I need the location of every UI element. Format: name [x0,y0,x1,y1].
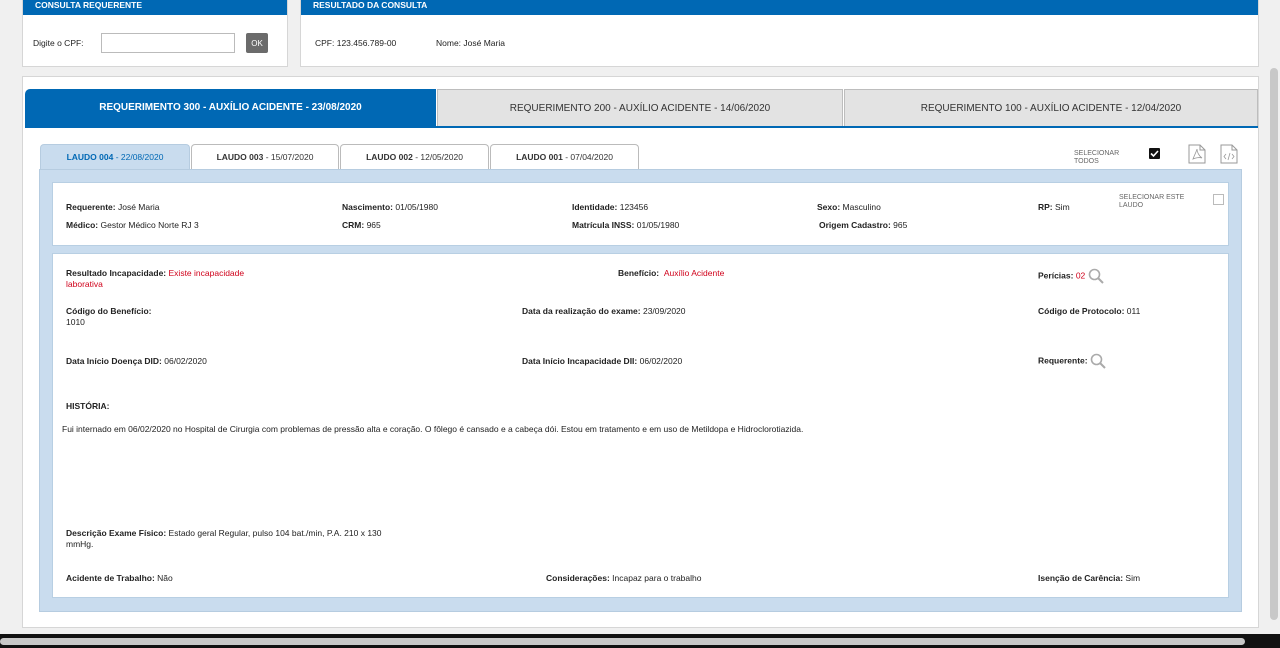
laudo-date: - 12/05/2020 [412,152,463,162]
select-laudo-line1: SELECIONAR ESTE [1119,194,1185,201]
code-file-icon[interactable] [1220,144,1238,166]
nascimento-field: Nascimento: 01/05/1980 [342,202,438,212]
laudo-detail-card: Resultado Incapacidade: Existe incapacid… [52,253,1229,598]
laudo-name: LAUDO 002 [366,152,413,162]
pericias-field: Perícias: 02 [1038,268,1104,284]
cpf-input[interactable] [101,33,235,53]
requerente-info-card: Requerente: José Maria Nascimento: 01/05… [52,182,1229,246]
codigo-protocolo-field: Código de Protocolo: 011 [1038,306,1141,316]
resultado-cpf: CPF: 123.456.789-00 [315,38,397,48]
resultado-nome: Nome: José Maria [436,38,505,48]
select-all-line1: SELECIONAR [1074,150,1120,157]
dii-field: Data Início Incapacidade DII: 06/02/2020 [522,356,683,366]
laudo-date: - 07/04/2020 [562,152,613,162]
laudo-name: LAUDO 004 [66,152,114,162]
select-laudo-label: SELECIONAR ESTE LAUDO [1119,194,1184,210]
historia-heading: HISTÓRIA: [66,401,110,411]
ok-button[interactable]: OK [246,33,268,53]
select-laudo-line2: LAUDO [1119,202,1144,209]
select-all-label: SELECIONAR TODOS [1074,150,1119,166]
laudo-date: - 22/08/2020 [113,152,164,162]
cpf-label: Digite o CPF: [33,38,84,48]
sexo-field: Sexo: Masculino [817,202,881,212]
resultado-incapacidade-field: Resultado Incapacidade: Existe incapacid… [66,268,245,289]
tab-requerimento-300[interactable]: REQUERIMENTO 300 - AUXÍLIO ACIDENTE - 23… [25,89,436,127]
crm-field: CRM: 965 [342,220,381,230]
search-icon[interactable] [1088,268,1104,284]
acidente-trabalho-field: Acidente de Trabalho: Não [66,573,173,583]
historia-text: Fui internado em 06/02/2020 no Hospital … [62,424,804,434]
consulta-panel: CONSULTA REQUERENTE Digite o CPF: OK [22,0,288,67]
laudo-name: LAUDO 003 [216,152,264,162]
select-all-checkbox[interactable] [1149,148,1160,159]
laudo-name: LAUDO 001 [516,152,563,162]
did-field: Data Início Doença DID: 06/02/2020 [66,356,207,366]
identidade-field: Identidade: 123456 [572,202,649,212]
consideracoes-field: Considerações: Incapaz para o trabalho [546,573,702,583]
tab-requerimento-200[interactable]: REQUERIMENTO 200 - AUXÍLIO ACIDENTE - 14… [437,89,843,127]
tab-laudo-003[interactable]: LAUDO 003 - 15/07/2020 [191,144,339,169]
vertical-scrollbar[interactable] [1270,68,1278,620]
isencao-carencia-field: Isenção de Carência: Sim [1038,573,1141,583]
requerente-search-field: Requerente: [1038,353,1106,369]
rp-field: RP: Sim [1038,202,1070,212]
tabs-underline [25,126,1258,128]
tab-requerimento-100[interactable]: REQUERIMENTO 100 - AUXÍLIO ACIDENTE - 12… [844,89,1258,127]
exame-fisico-field: Descrição Exame Físico: Estado geral Reg… [66,528,382,549]
tab-laudo-004[interactable]: LAUDO 004 - 22/08/2020 [40,144,190,169]
select-all-line2: TODOS [1074,158,1099,165]
beneficio-field: Benefício: Auxílio Acidente [618,268,725,278]
data-exame-field: Data da realização do exame: 23/09/2020 [522,306,686,316]
resultado-header: RESULTADO DA CONSULTA [301,0,1258,15]
tab-laudo-002[interactable]: LAUDO 002 - 12/05/2020 [340,144,489,169]
medico-field: Médico: Gestor Médico Norte RJ 3 [66,220,199,230]
origem-field: Origem Cadastro: 965 [819,220,908,230]
tab-laudo-001[interactable]: LAUDO 001 - 07/04/2020 [490,144,639,169]
check-icon [1150,150,1159,158]
matricula-field: Matrícula INSS: 01/05/1980 [572,220,680,230]
codigo-beneficio-field: Código do Benefício: 1010 [66,306,152,327]
resultado-panel: RESULTADO DA CONSULTA CPF: 123.456.789-0… [300,0,1259,67]
consulta-header: CONSULTA REQUERENTE [23,0,287,15]
pdf-icon[interactable] [1188,144,1206,166]
requerente-field: Requerente: José Maria [66,202,160,212]
select-laudo-checkbox[interactable] [1213,194,1224,205]
search-icon[interactable] [1090,353,1106,369]
horizontal-scrollbar[interactable] [0,638,1245,645]
laudo-date: - 15/07/2020 [263,152,314,162]
